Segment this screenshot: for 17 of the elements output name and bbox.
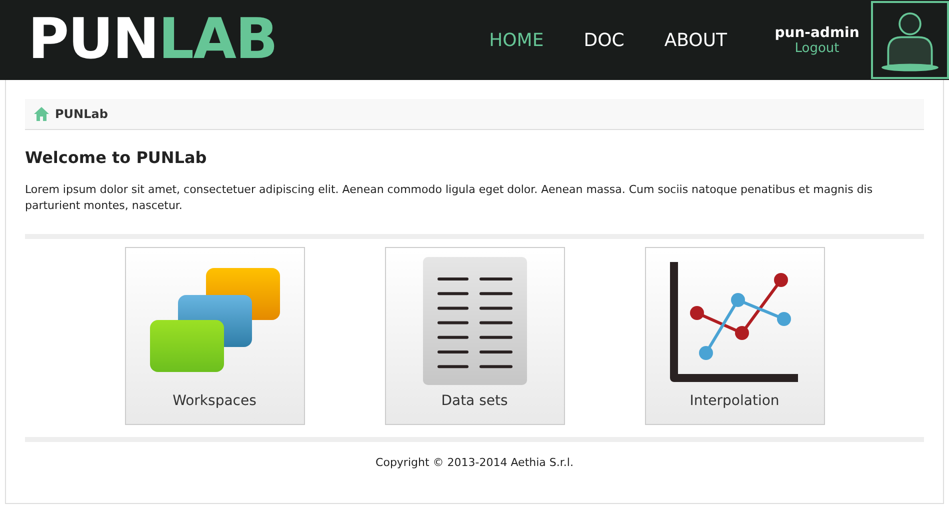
nav-link[interactable]: HOME — [489, 30, 544, 50]
breadcrumb-label[interactable]: PUNLab — [55, 107, 108, 121]
tile-button[interactable]: Interpolation — [644, 247, 824, 425]
windows-icon — [150, 268, 280, 374]
list-icon — [422, 256, 526, 384]
tile-button[interactable]: Data sets — [384, 247, 564, 425]
logo: PUNLAB — [28, 12, 278, 68]
page-heading: Welcome to PUNLab — [25, 148, 208, 167]
line-chart-icon — [670, 260, 800, 382]
copyright-text: Copyright © 2013-2014 Aethia S.r.l. — [374, 456, 574, 469]
user-name: pun-admin — [774, 24, 860, 40]
nav-link[interactable]: ABOUT — [664, 30, 727, 50]
tile-button[interactable]: Workspaces — [124, 247, 304, 425]
logout-link[interactable]: Logout — [794, 40, 840, 56]
intro-text: Lorem ipsum dolor sit amet, consectetuer adipiscing elit. Aenean commodo ligula eget dolor. Aenean massa. Cum sociis natoque penatibus et magnis dis parturient montes, nascetur. — [25, 182, 874, 214]
nav-link[interactable]: DOC — [584, 30, 624, 50]
avatar-icon[interactable] — [871, 1, 949, 79]
